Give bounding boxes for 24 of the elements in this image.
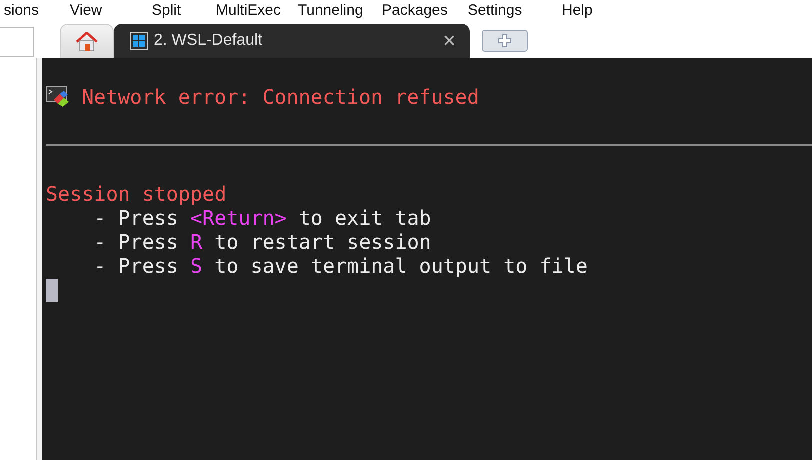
terminal-line: Session stopped	[46, 182, 228, 206]
terminal-line: - Press <Return> to exit tab	[93, 206, 432, 230]
tab-label: 2. WSL-Default	[154, 32, 264, 50]
menu-item[interactable]: Tunneling	[294, 2, 378, 18]
session-tab[interactable]: 2. WSL-Default ×	[114, 24, 470, 58]
close-icon[interactable]: ×	[443, 28, 456, 54]
home-icon	[76, 32, 98, 52]
menu-item[interactable]: Packages	[378, 2, 464, 18]
home-tab[interactable]	[60, 24, 114, 58]
menu-item[interactable]: View	[66, 2, 148, 18]
menu-item[interactable]: Settings	[464, 2, 558, 18]
windows-icon	[130, 32, 148, 50]
error-message: Network error: Connection refused	[82, 85, 480, 109]
terminal-icon	[46, 86, 70, 108]
terminal-line: - Press R to restart session	[93, 230, 432, 254]
new-tab-button[interactable]	[482, 30, 528, 52]
input-field[interactable]	[0, 27, 34, 57]
menu-item[interactable]: Help	[558, 2, 597, 18]
terminal-line: - Press S to save terminal output to file	[93, 254, 589, 278]
menu-item[interactable]: MultiExec	[212, 2, 294, 18]
menu-item[interactable]: sions	[0, 2, 66, 18]
menu-item[interactable]: Split	[148, 2, 212, 18]
plus-icon	[498, 34, 512, 48]
cursor	[46, 279, 58, 302]
